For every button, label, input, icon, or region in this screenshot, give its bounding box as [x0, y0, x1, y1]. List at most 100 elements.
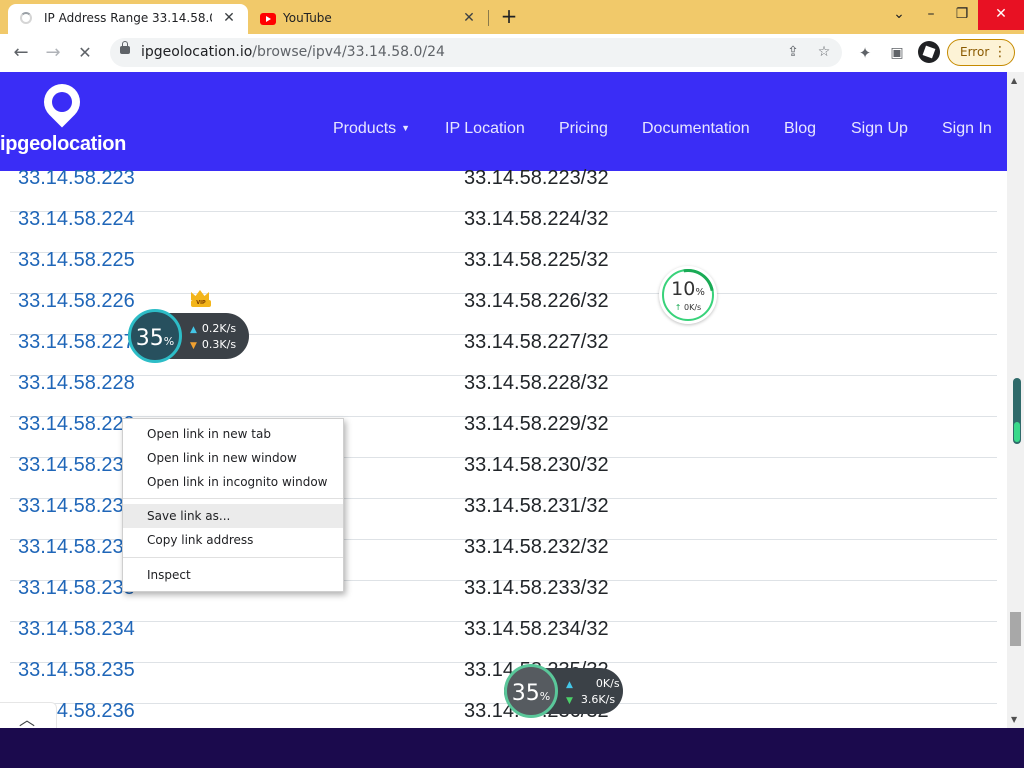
menu-separator: [123, 498, 343, 499]
mini-percent-value: 10: [671, 278, 696, 300]
tab-ip-address-range[interactable]: IP Address Range 33.14.58.0 to 33.14.58.…: [8, 4, 248, 34]
tab-youtube[interactable]: YouTube ✕: [252, 4, 488, 34]
ip-address-link[interactable]: 33.14.58.232: [18, 536, 135, 559]
menu-copy-link-address[interactable]: Copy link address: [123, 528, 343, 552]
profile-avatar-icon[interactable]: [918, 41, 940, 63]
network-monitor-widget-bottom[interactable]: 35% ▲ 0K/s ▼ 3.6K/s: [504, 664, 623, 718]
usage-percent: 35%: [135, 326, 175, 351]
loading-spinner-icon: [20, 12, 32, 24]
ip-address-link[interactable]: 33.14.58.227: [18, 331, 135, 354]
menu-open-new-window[interactable]: Open link in new window: [123, 446, 343, 470]
upload-speed-unit: K/s: [219, 322, 237, 335]
network-monitor-widget[interactable]: 35% ▲ 0.2K/s ▼ 0.3 K/s: [128, 309, 249, 363]
tab-search-chevron-icon[interactable]: ⌄: [882, 0, 916, 30]
download-speed-value: 0.3: [201, 338, 220, 351]
vip-crown-icon: VIP: [191, 290, 211, 308]
nav-blog[interactable]: Blog: [784, 120, 816, 138]
scroll-to-top-button[interactable]: ︿: [0, 702, 57, 729]
ip-address-link[interactable]: 33.14.58.231: [18, 495, 135, 518]
location-pin-logo-icon[interactable]: [36, 76, 88, 128]
cidr-cell: 33.14.58.226/32: [464, 290, 609, 312]
site-header: ipgeolocation Products ▼ IP Location Pric…: [0, 72, 1007, 171]
cidr-cell: 33.14.58.223/32: [464, 167, 609, 189]
url-host: ipgeolocation.io: [141, 44, 253, 60]
ip-address-link[interactable]: 33.14.58.226: [18, 290, 135, 313]
upload-speed-value: 0: [595, 677, 603, 690]
ip-address-link[interactable]: 33.14.58.229: [18, 413, 135, 436]
ip-address-link[interactable]: 33.14.58.234: [18, 618, 135, 641]
url-path: /browse/ipv4/33.14.58.0/24: [252, 44, 445, 60]
cidr-cell: 33.14.58.225/32: [464, 249, 609, 271]
upload-arrow-icon: ▲: [566, 680, 573, 690]
extensions-puzzle-icon[interactable]: ✦: [852, 40, 878, 66]
address-bar[interactable]: ipgeolocation.io/browse/ipv4/33.14.58.0/…: [110, 38, 842, 67]
download-arrow-icon: ▼: [190, 341, 197, 351]
scrollbar-thumb[interactable]: [1010, 612, 1021, 646]
tab-separator: [488, 10, 489, 26]
usage-percent-value: 35: [135, 326, 164, 351]
nav-sign-in[interactable]: Sign In: [942, 120, 992, 138]
download-speed: ▼ 0.3K/s: [190, 338, 236, 351]
brand-logo-text[interactable]: ipgeolocation: [0, 133, 126, 156]
url-text[interactable]: ipgeolocation.io/browse/ipv4/33.14.58.0/…: [141, 44, 445, 60]
forward-arrow-icon[interactable]: →: [40, 40, 66, 66]
ip-address-link[interactable]: 33.14.58.235: [18, 659, 135, 682]
ip-address-link[interactable]: 33.14.58.233: [18, 577, 135, 600]
table-row: 33.14.58.228 33.14.58.228/32: [10, 372, 997, 417]
nav-pricing[interactable]: Pricing: [559, 120, 608, 138]
bookmark-star-icon[interactable]: ☆: [813, 41, 835, 63]
chevron-up-icon: ︿: [19, 710, 36, 729]
mini-network-widget[interactable]: 10% ↑ 0K/s: [651, 258, 725, 332]
minimize-button[interactable]: –: [914, 0, 948, 30]
ip-address-link[interactable]: 33.14.58.224: [18, 208, 135, 231]
back-arrow-icon[interactable]: ←: [8, 40, 34, 66]
cidr-cell: 33.14.58.224/32: [464, 208, 609, 230]
cidr-cell: 33.14.58.231/32: [464, 495, 609, 517]
nav-sign-up[interactable]: Sign Up: [851, 120, 908, 138]
table-row: 33.14.58.234 33.14.58.234/32: [10, 618, 997, 663]
side-panel-icon[interactable]: ▣: [884, 40, 910, 66]
tab-close-icon[interactable]: ✕: [460, 9, 478, 27]
cidr-cell: 33.14.58.232/32: [464, 536, 609, 558]
nav-documentation[interactable]: Documentation: [642, 120, 750, 138]
menu-inspect[interactable]: Inspect: [123, 563, 343, 587]
upload-speed: ▲ 0K/s: [566, 677, 620, 690]
cidr-cell: 33.14.58.230/32: [464, 454, 609, 476]
upload-speed: ▲ 0.2K/s: [190, 322, 236, 335]
usage-percent-value: 35: [511, 681, 540, 706]
download-speed-value: 3.6: [580, 693, 599, 706]
scroll-up-arrow-icon[interactable]: ▲: [1011, 76, 1017, 85]
upload-speed-unit: K/s: [602, 677, 620, 690]
menu-open-new-tab[interactable]: Open link in new tab: [123, 422, 343, 446]
ip-address-link[interactable]: 33.14.58.228: [18, 372, 135, 395]
restore-button[interactable]: ❐: [945, 0, 979, 30]
stop-loading-icon[interactable]: ✕: [72, 40, 98, 66]
tab-close-icon[interactable]: ✕: [220, 9, 238, 27]
ip-address-link[interactable]: 33.14.58.225: [18, 249, 135, 272]
new-tab-button[interactable]: +: [498, 5, 520, 27]
lock-icon[interactable]: [120, 41, 130, 54]
nav-products-label: Products: [333, 120, 397, 137]
nav-products[interactable]: Products ▼: [333, 120, 410, 138]
upload-arrow-icon: ↑: [674, 303, 685, 312]
upload-arrow-icon: ▲: [190, 325, 197, 335]
tab-strip: IP Address Range 33.14.58.0 to 33.14.58.…: [0, 0, 1024, 34]
cidr-cell: 33.14.58.227/32: [464, 331, 609, 353]
ip-address-link[interactable]: 33.14.58.223: [18, 167, 135, 190]
menu-open-incognito[interactable]: Open link in incognito window: [123, 470, 343, 494]
download-speed-unit: K/s: [598, 693, 616, 706]
nav-ip-location[interactable]: IP Location: [445, 120, 525, 138]
globe-icon: [52, 92, 72, 112]
scroll-down-arrow-icon[interactable]: ▼: [1011, 715, 1017, 724]
cidr-cell: 33.14.58.229/32: [464, 413, 609, 435]
menu-save-link-as[interactable]: Save link as...: [123, 504, 343, 528]
ip-address-link[interactable]: 33.14.58.230: [18, 454, 135, 477]
error-button[interactable]: Error ⋮: [947, 39, 1015, 66]
mini-percent: 10%: [671, 278, 705, 300]
cidr-cell: 33.14.58.228/32: [464, 372, 609, 394]
share-icon[interactable]: ⇪: [782, 41, 804, 63]
close-window-button[interactable]: ✕: [978, 0, 1024, 30]
context-menu: Open link in new tab Open link in new wi…: [122, 418, 344, 592]
mini-speed: ↑ 0K/s: [659, 303, 717, 312]
menu-dots-icon: ⋮: [993, 44, 1007, 60]
